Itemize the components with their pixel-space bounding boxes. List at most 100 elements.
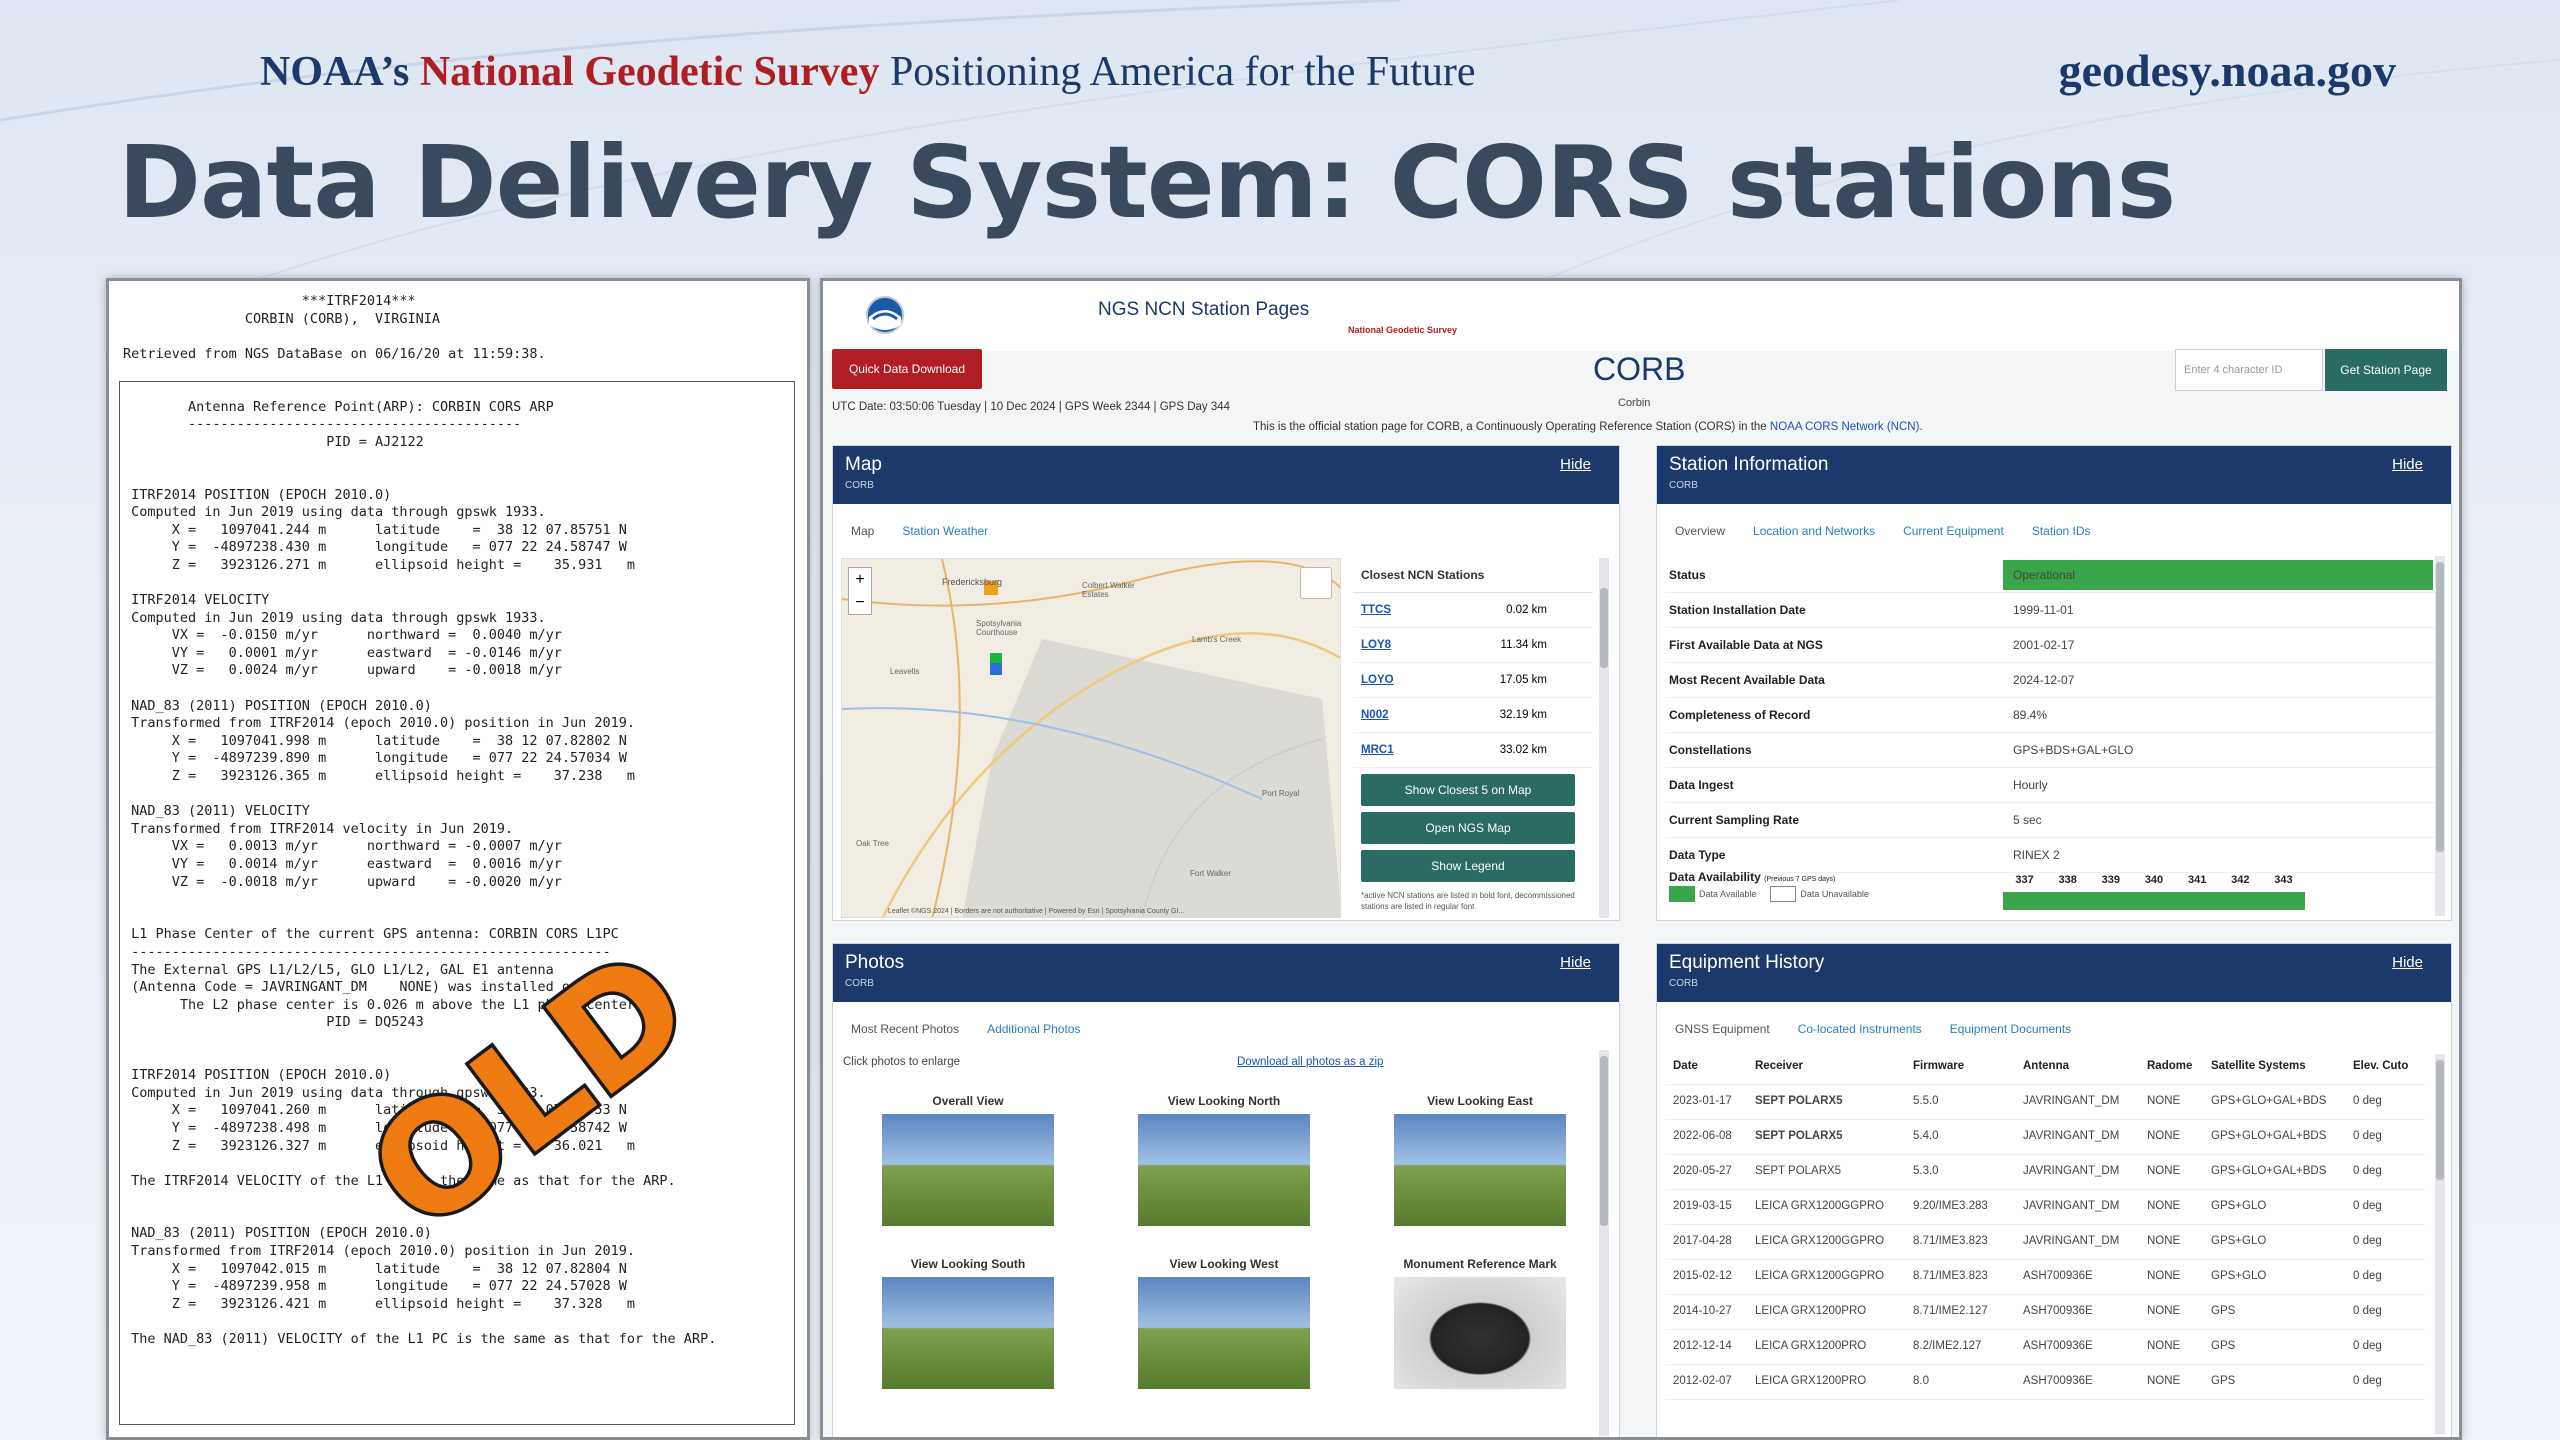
map-place-label: Colbert Walker Estates	[1082, 581, 1135, 599]
photo-tile[interactable]: View Looking West	[1129, 1257, 1319, 1389]
equip-cell: 5.3.0	[1913, 1165, 1939, 1177]
map-zoom-control[interactable]: + −	[848, 567, 872, 615]
tab-most-recent[interactable]: Most Recent Photos	[851, 1022, 959, 1052]
equip-scrollbar[interactable]	[2435, 1054, 2445, 1434]
tab-current-equipment[interactable]: Current Equipment	[1903, 524, 2004, 554]
equip-cell: 0 deg	[2353, 1130, 2382, 1142]
closest-station-link[interactable]: TTCS	[1361, 604, 1391, 616]
quick-data-download-button[interactable]: Quick Data Download	[832, 349, 982, 389]
datasheet-line: PID = AJ2122	[123, 433, 424, 450]
equip-cell: SEPT POLARX5	[1755, 1095, 1843, 1107]
photo-tile[interactable]: View Looking South	[873, 1257, 1063, 1389]
photo-caption: View Looking West	[1169, 1257, 1279, 1271]
map-layers-icon[interactable]	[1300, 567, 1332, 599]
equip-cell: 2015-02-12	[1673, 1270, 1732, 1282]
datasheet-line: Transformed from ITRF2014 (epoch 2010.0)…	[123, 715, 636, 732]
map-hide-link[interactable]: Hide	[1560, 456, 1591, 473]
closest-station-link[interactable]: N002	[1361, 709, 1389, 721]
tab-overview[interactable]: Overview	[1675, 524, 1725, 554]
equip-cell: 8.0	[1913, 1375, 1929, 1387]
station-photo[interactable]	[1394, 1277, 1566, 1389]
datasheet-line: ITRF2014 POSITION (EPOCH 2010.0)	[123, 486, 392, 503]
info-hide-link[interactable]: Hide	[2392, 456, 2423, 473]
tab-additional-photos[interactable]: Additional Photos	[987, 1022, 1080, 1052]
info-value: 89.4%	[2013, 708, 2048, 722]
datasheet-line: VX = -0.0150 m/yr northward = 0.0040 m/y…	[123, 627, 562, 644]
ncn-station-page: NGS NCN Station Pages National Geodetic …	[820, 278, 2462, 1440]
info-value: 5 sec	[2013, 813, 2042, 827]
closest-station-link[interactable]: MRC1	[1361, 744, 1394, 756]
datasheet-line: Transformed from ITRF2014 velocity in Ju…	[123, 820, 514, 837]
station-map[interactable]: + − Fredericksburg Colbert Walker Estates…	[841, 558, 1341, 918]
photo-tile[interactable]: Monument Reference Mark	[1385, 1257, 1575, 1389]
tab-gnss-equipment[interactable]: GNSS Equipment	[1675, 1022, 1770, 1052]
show-legend-button[interactable]: Show Legend	[1361, 850, 1575, 882]
show-closest-button[interactable]: Show Closest 5 on Map	[1361, 774, 1575, 806]
datasheet-line: ----------------------------------------…	[123, 416, 522, 433]
closest-station-link[interactable]: LOY8	[1361, 639, 1391, 651]
equip-hide-link[interactable]: Hide	[2392, 954, 2423, 971]
tagline: Positioning America for the Future	[889, 49, 1476, 95]
equip-cell: LEICA GRX1200GGPRO	[1755, 1270, 1885, 1282]
tab-station-ids[interactable]: Station IDs	[2032, 524, 2091, 554]
equip-cell: JAVRINGANT_DM	[2023, 1095, 2120, 1107]
info-row: Station Installation Date 1999-11-01	[1665, 593, 2435, 628]
ncn-link[interactable]: NOAA CORS Network (NCN)	[1770, 421, 1920, 433]
station-photo[interactable]	[1394, 1114, 1566, 1226]
info-value: Operational	[2003, 560, 2433, 590]
datasheet-line	[123, 1313, 807, 1331]
tab-equipment-docs[interactable]: Equipment Documents	[1950, 1022, 2071, 1052]
tab-station-weather[interactable]: Station Weather	[902, 524, 988, 554]
equip-cell: 8.71/IME3.823	[1913, 1235, 1988, 1247]
station-info-card: Station Information CORB Hide Overview L…	[1656, 445, 2452, 921]
datasheet-line: X = 1097041.244 m latitude = 38 12 07.85…	[123, 521, 627, 538]
slide-title: Data Delivery System: CORS stations	[118, 124, 2176, 241]
equip-cell: LEICA GRX1200GGPRO	[1755, 1235, 1885, 1247]
tab-colocated[interactable]: Co-located Instruments	[1798, 1022, 1922, 1052]
closest-station-link[interactable]: LOYO	[1361, 674, 1394, 686]
photos-card-title: Photos	[845, 952, 905, 973]
equip-cell: SEPT POLARX5	[1755, 1165, 1842, 1177]
map-place-label: Port Royal	[1262, 789, 1300, 798]
equip-header-cell: Satellite Systems	[2211, 1060, 2306, 1072]
station-photo[interactable]	[1138, 1277, 1310, 1389]
info-scrollbar[interactable]	[2435, 556, 2445, 916]
datasheet-line: NAD_83 (2011) VELOCITY	[123, 803, 310, 820]
photos-scrollbar[interactable]	[1599, 1050, 1609, 1436]
get-station-page-button[interactable]: Get Station Page	[2325, 349, 2447, 391]
equip-cell: 0 deg	[2353, 1375, 2382, 1387]
datasheet-line: Y = -4897239.890 m longitude = 077 22 24…	[123, 750, 627, 767]
equip-cell: NONE	[2147, 1095, 2181, 1107]
closest-stations: Closest NCN Stations TTCS 0.02 km LOY8 11.3…	[1353, 558, 1593, 918]
photo-tile[interactable]: View Looking East	[1385, 1094, 1575, 1226]
download-zip-link[interactable]: Download all photos as a zip	[1237, 1056, 1383, 1068]
equip-header-cell: Elev. Cuto	[2353, 1060, 2409, 1072]
map-tabs: Map Station Weather	[833, 504, 988, 554]
station-photo[interactable]	[882, 1277, 1054, 1389]
station-id-input[interactable]: Enter 4 character ID	[2175, 349, 2323, 391]
geodesy-url[interactable]: geodesy.noaa.gov	[2059, 44, 2396, 97]
equip-row: 2015-02-12 LEICA GRX1200GGPRO 8.71/IME3.82…	[1665, 1260, 2425, 1295]
tab-location[interactable]: Location and Networks	[1753, 524, 1875, 554]
noaa-logo-icon	[866, 296, 904, 334]
map-place-label: Fredericksburg	[942, 577, 1003, 587]
station-photo[interactable]	[882, 1114, 1054, 1226]
station-photo[interactable]	[1138, 1114, 1310, 1226]
closest-station-row: TTCS 0.02 km	[1353, 593, 1593, 628]
availability-legend: Data Available Data Unavailable	[1669, 886, 1869, 902]
open-ngs-map-button[interactable]: Open NGS Map	[1361, 812, 1575, 844]
datasheet-line	[123, 575, 807, 593]
info-row: Status Operational	[1665, 558, 2435, 593]
station-name: Corbin	[1618, 397, 1651, 409]
equip-cell: GPS+GLO+GAL+BDS	[2211, 1095, 2327, 1107]
map-card-title: Map	[845, 454, 882, 475]
photo-tile[interactable]: View Looking North	[1129, 1094, 1319, 1226]
datasheet-line	[123, 469, 807, 487]
site-name[interactable]: NGS NCN Station Pages	[1098, 299, 1309, 321]
equip-cell: 5.5.0	[1913, 1095, 1939, 1107]
photos-hide-link[interactable]: Hide	[1560, 954, 1591, 971]
datasheet-line: Transformed from ITRF2014 (epoch 2010.0)…	[123, 1243, 636, 1260]
tab-map[interactable]: Map	[851, 524, 874, 554]
photo-tile[interactable]: Overall View	[873, 1094, 1063, 1226]
closest-scrollbar[interactable]	[1599, 558, 1609, 918]
